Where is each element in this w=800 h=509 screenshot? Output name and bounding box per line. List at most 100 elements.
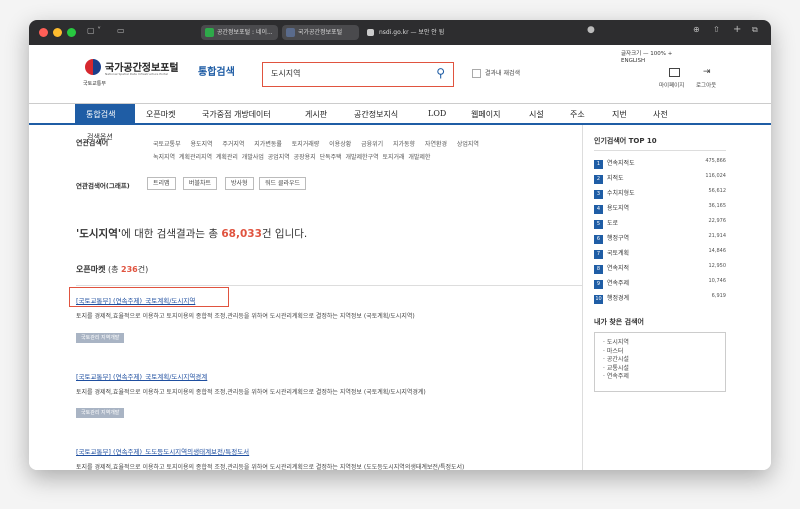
rank-name: 수치지형도 [607,190,635,197]
ministry-label: 국토교통부 [83,81,107,87]
nav-open-market[interactable]: 오픈마켓 [146,109,175,120]
rank-count: 12,950 [708,263,727,269]
related-keyword[interactable]: 개발사업 [242,154,264,161]
font-size-control[interactable]: 글자크기 — 100% + [621,49,672,57]
result-tag-2[interactable]: 국토관리 지역개발 [76,408,125,418]
market-post: 건) [137,265,149,274]
summary-count: 68,033 [221,228,262,240]
my-search-text: 교통시설 [606,364,629,372]
top10-item[interactable]: 5 도로 22,976 [594,218,726,229]
minimize-window-button[interactable] [53,28,62,37]
result-title-1[interactable]: [국토교통부] (연속주제)_국토계획/도시지역 [76,295,195,305]
word-cloud-button[interactable]: 워드 클라우드 [259,177,307,190]
logout-link[interactable]: 로그아웃 [696,81,716,89]
related-keyword[interactable]: 지가동향 [393,141,415,148]
my-search-item[interactable]: · 연속주제 [603,373,725,382]
mypage-icon[interactable] [669,68,680,77]
zoom-window-button[interactable] [67,28,76,37]
result-title-2[interactable]: [국토교통부] (연속주제)_국토계획/도시지역경계 [76,371,207,381]
related-keyword[interactable]: 녹지지역 [153,154,175,161]
rank-name: 연속지적도 [607,160,635,167]
download-icon[interactable]: ⊕ [693,25,700,34]
nav-integrated-search[interactable]: 통합검색 [86,109,115,120]
top10-item[interactable]: 6 행정구역 21,914 [594,233,726,244]
top10-item[interactable]: 2 지적도 116,024 [594,173,726,184]
related-keyword[interactable]: 이용상황 [329,141,351,148]
related-keyword[interactable]: 계획관리 [216,154,238,161]
related-keyword[interactable]: 국토교통부 [153,141,181,148]
tabs-icon[interactable]: ⧉ [752,25,758,35]
related-keyword[interactable]: 토지거래 [382,154,404,161]
rank-badge: 7 [594,250,603,259]
related-keyword[interactable]: 공업지역 [268,154,290,161]
market-count: 236 [121,265,138,274]
nav-board[interactable]: 게시판 [305,109,327,120]
nav-facility[interactable]: 시설 [529,109,544,120]
english-link[interactable]: ENGLISH [621,58,645,64]
related-keyword[interactable]: 개발제한구역 [345,154,378,161]
related-keyword[interactable]: 주거지역 [222,141,244,148]
my-search-item[interactable]: · 교통시설 [603,365,725,374]
tab-overview-icon[interactable]: ▭ [117,26,125,35]
mypage-link[interactable]: 마이페이지 [659,81,684,89]
rank-badge: 10 [594,295,603,304]
rank-name: 연속주제 [607,280,630,287]
related-keyword[interactable]: 자연환경 [425,141,447,148]
top10-item[interactable]: 8 연속지적 12,950 [594,263,726,274]
bubble-chart-button[interactable]: 버블차트 [183,177,218,190]
close-window-button[interactable] [39,28,48,37]
address-bar[interactable]: nsdi.go.kr — 보안 안 됨 [363,25,593,40]
related-keyword[interactable]: 계획관리지역 [179,154,212,161]
top10-item[interactable]: 1 연속지적도 475,866 [594,158,726,169]
tab-search-portal[interactable]: 공간정보포털 : 네이... [201,25,278,40]
top10-item[interactable]: 3 수치지형도 56,612 [594,188,726,199]
nav-lod[interactable]: LOD [428,109,446,118]
related-keyword[interactable]: 지가변동률 [254,141,282,148]
result-title-3[interactable]: [국토교통부] (연속주제)_도도등도시지역의생태계보전/특정도서 [76,446,249,456]
related-row-2[interactable]: 녹지지역 계획관리지역 계획관리 개발사업 공업지역 공장용지 단독주택 개발제… [153,152,430,161]
nav-address[interactable]: 주소 [570,109,585,120]
my-search-text: 연속주제 [606,373,629,380]
top10-item[interactable]: 9 연속주제 10,746 [594,278,726,289]
nav-open-data[interactable]: 국가중점 개방데이터 [202,109,271,120]
related-keyword[interactable]: 토지거래량 [292,141,320,148]
nav-dictionary[interactable]: 사전 [653,109,668,120]
tab-label: 국가공간정보포털 [298,29,343,36]
nav-lot-number[interactable]: 지번 [612,109,627,120]
search-icon[interactable]: ⚲ [436,62,445,84]
related-keyword[interactable]: 용도지역 [190,141,212,148]
share-icon[interactable]: ⇧ [713,25,720,34]
top10-item[interactable]: 7 국토계획 14,846 [594,248,726,259]
related-row-1[interactable]: 국토교통부 용도지역 주거지역 지가변동률 토지거래량 이용상황 금융위기 지가… [153,139,479,148]
url-text: nsdi.go.kr — 보안 안 됨 [379,29,445,36]
treemap-button[interactable]: 트리맵 [147,177,176,190]
rank-count: 6,919 [711,293,726,299]
tab-nsdi-portal[interactable]: 국가공간정보포털 [282,25,359,40]
rank-badge: 6 [594,235,603,244]
related-keyword[interactable]: 개발제한 [408,154,430,161]
top10-item[interactable]: 4 용도지역 36,165 [594,203,726,214]
search-input[interactable]: 도시지역 ⚲ [262,62,454,87]
within-search-checkbox[interactable]: 결과내 재검색 [472,68,520,78]
result-desc-2: 토지를 경제적,효율적으로 이용하고 토지이용의 종합적 조정,관리등을 위하여… [76,389,426,396]
nav-webpage[interactable]: 웹페이지 [471,109,500,120]
radial-button[interactable]: 방사형 [225,177,254,190]
browser-window: ▢ ˅ ▭ 공간정보포털 : 네이... 국가공간정보포털 nsdi.go.kr… [29,20,771,470]
my-search-item[interactable]: · 마스터 [603,348,725,357]
my-search-item[interactable]: · 도시지역 [603,339,725,348]
new-tab-icon[interactable]: + [733,24,741,35]
related-keyword[interactable]: 금융위기 [361,141,383,148]
top10-item[interactable]: 10 행정경계 6,919 [594,293,726,304]
nav-knowledge[interactable]: 공간정보지식 [354,109,398,120]
related-keyword[interactable]: 단독주택 [320,154,342,161]
related-keyword[interactable]: 상업지역 [457,141,479,148]
sidebar-icon[interactable]: ▢ ˅ [87,26,101,35]
logout-icon[interactable]: ⇥ [703,67,711,77]
result-tag-1[interactable]: 국토관리 지역개발 [76,333,125,343]
top10-title: 인기검색어 TOP 10 [594,137,657,145]
search-options-label: 검색옵션 [87,133,113,141]
rank-name: 용도지역 [607,205,630,212]
more-icon[interactable]: ● [587,25,595,35]
related-keyword[interactable]: 공장용지 [294,154,316,161]
my-search-item[interactable]: · 공간시설 [603,356,725,365]
